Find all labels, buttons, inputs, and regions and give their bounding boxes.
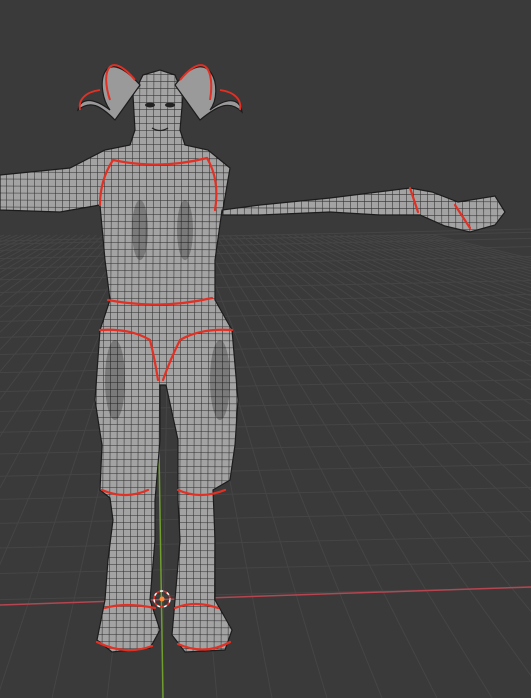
- x-axis-line: [0, 586, 531, 606]
- viewport-canvas[interactable]: [0, 0, 531, 698]
- horn-right[interactable]: [174, 64, 243, 121]
- floor-grid: [0, 228, 531, 698]
- 3d-viewport[interactable]: [0, 0, 531, 698]
- horn-left[interactable]: [77, 64, 141, 121]
